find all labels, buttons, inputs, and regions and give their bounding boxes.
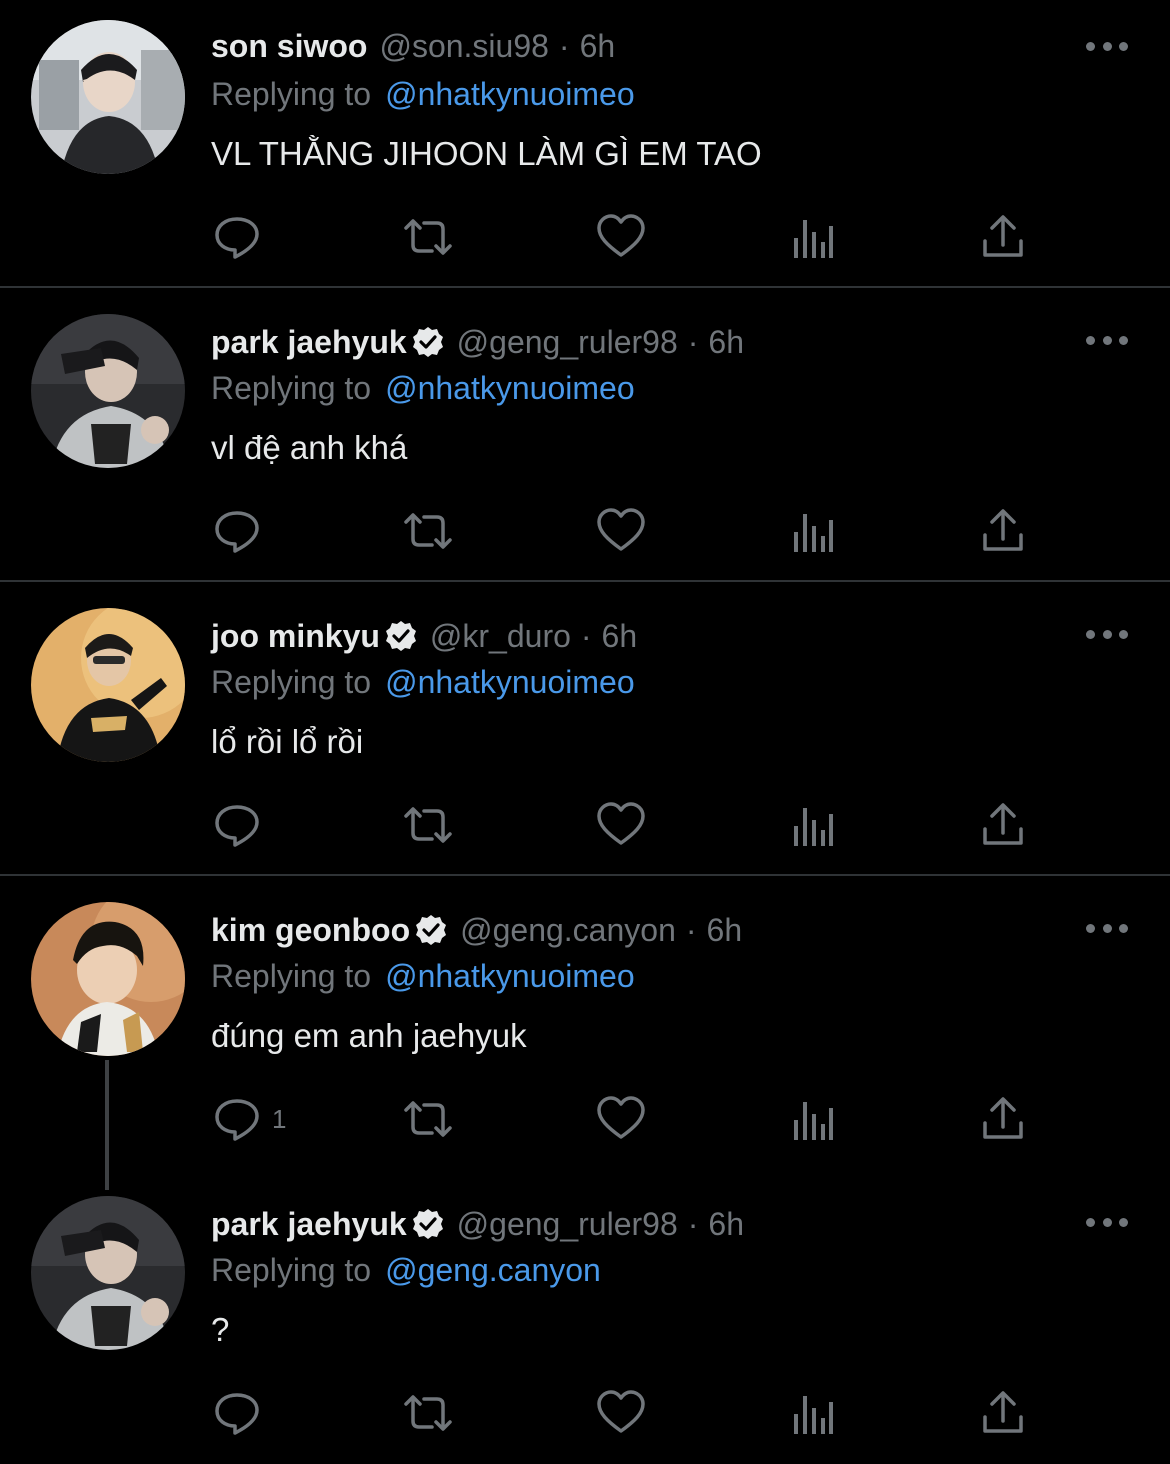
more-icon[interactable]: [1086, 39, 1128, 53]
separator: ·: [685, 911, 697, 948]
reply-icon[interactable]: [211, 799, 263, 851]
reply-icon[interactable]: [211, 1093, 263, 1145]
share-icon[interactable]: [977, 1387, 1029, 1439]
retweet-icon[interactable]: [402, 1387, 454, 1439]
separator: ·: [580, 617, 592, 654]
avatar[interactable]: [31, 20, 185, 174]
verified-badge-icon: [412, 1209, 443, 1239]
avatar[interactable]: [31, 608, 185, 762]
avatar[interactable]: [31, 1196, 185, 1350]
separator: ·: [558, 27, 570, 64]
like-icon[interactable]: [595, 211, 647, 263]
tweet-text: vl đệ anh khá: [211, 429, 408, 466]
handle[interactable]: @son.siu98: [379, 28, 548, 65]
avatar[interactable]: [31, 902, 185, 1056]
mention-link[interactable]: @nhatkynuoimeo: [385, 370, 635, 407]
reply-icon[interactable]: [211, 211, 263, 263]
tweet[interactable]: kim geonboo @geng.canyon · 6h Replying t…: [0, 878, 1170, 1168]
like-icon[interactable]: [595, 505, 647, 557]
retweet-icon[interactable]: [402, 505, 454, 557]
mention-link[interactable]: @geng.canyon: [385, 1252, 601, 1289]
timestamp[interactable]: 6h: [580, 28, 616, 65]
handle[interactable]: @kr_duro: [430, 618, 571, 655]
tweet-text: VL THẰNG JIHOON LÀM GÌ EM TAO: [211, 135, 762, 172]
timestamp[interactable]: 6h: [708, 324, 744, 361]
more-icon[interactable]: [1086, 627, 1128, 641]
tweet-header: kim geonboo @geng.canyon · 6h: [211, 910, 742, 950]
share-icon[interactable]: [977, 799, 1029, 851]
timestamp[interactable]: 6h: [707, 912, 743, 949]
timestamp[interactable]: 6h: [708, 1206, 744, 1243]
tweet-text: đúng em anh jaehyuk: [211, 1017, 527, 1054]
reply-count: 1: [272, 1104, 287, 1134]
views-icon[interactable]: [787, 1096, 839, 1148]
verified-badge-icon: [385, 621, 416, 651]
mention-link[interactable]: @nhatkynuoimeo: [385, 664, 635, 701]
separator: ·: [687, 323, 699, 360]
display-name[interactable]: park jaehyuk: [211, 1206, 407, 1243]
verified-badge-icon: [412, 327, 443, 357]
timestamp[interactable]: 6h: [602, 618, 638, 655]
handle[interactable]: @geng_ruler98: [457, 1206, 678, 1243]
reply-icon[interactable]: [211, 1387, 263, 1439]
share-icon[interactable]: [977, 505, 1029, 557]
handle[interactable]: @geng_ruler98: [457, 324, 678, 361]
views-icon[interactable]: [787, 214, 839, 266]
replying-to: Replying to @nhatkynuoimeo: [211, 956, 635, 996]
views-icon[interactable]: [787, 1390, 839, 1442]
views-icon[interactable]: [787, 802, 839, 854]
views-icon[interactable]: [787, 508, 839, 560]
replying-prefix: Replying to: [211, 75, 372, 112]
more-icon[interactable]: [1086, 1215, 1128, 1229]
reply-icon[interactable]: [211, 505, 263, 557]
more-icon[interactable]: [1086, 921, 1128, 935]
replying-to: Replying to @nhatkynuoimeo: [211, 74, 635, 114]
more-icon[interactable]: [1086, 333, 1128, 347]
tweet[interactable]: park jaehyuk @geng_ruler98 · 6h Replying…: [0, 290, 1170, 580]
tweet-text: lổ rồi lổ rồi: [211, 723, 364, 760]
display-name[interactable]: park jaehyuk: [211, 324, 407, 361]
handle[interactable]: @geng.canyon: [460, 912, 676, 949]
replying-to: Replying to @nhatkynuoimeo: [211, 662, 635, 702]
mention-link[interactable]: @nhatkynuoimeo: [385, 958, 635, 995]
replying-prefix: Replying to: [211, 957, 372, 994]
display-name[interactable]: joo minkyu: [211, 618, 380, 655]
separator: ·: [687, 1205, 699, 1242]
tweet-header: park jaehyuk @geng_ruler98 · 6h: [211, 322, 744, 362]
tweet-header: joo minkyu @kr_duro · 6h: [211, 616, 637, 656]
like-icon[interactable]: [595, 1093, 647, 1145]
replying-to: Replying to @geng.canyon: [211, 1250, 601, 1290]
thread-connector: [105, 1060, 109, 1190]
divider: [0, 580, 1170, 582]
share-icon[interactable]: [977, 211, 1029, 263]
mention-link[interactable]: @nhatkynuoimeo: [385, 76, 635, 113]
replying-prefix: Replying to: [211, 1251, 372, 1288]
retweet-icon[interactable]: [402, 211, 454, 263]
replying-prefix: Replying to: [211, 663, 372, 700]
tweet-text: ?: [211, 1311, 230, 1348]
tweet-header: son siwoo @son.siu98 · 6h: [211, 26, 615, 66]
display-name[interactable]: kim geonboo: [211, 912, 410, 949]
tweet[interactable]: park jaehyuk @geng_ruler98 · 6h Replying…: [0, 1172, 1170, 1464]
tweet[interactable]: son siwoo @son.siu98 · 6h Replying to @n…: [0, 0, 1170, 288]
tweet-header: park jaehyuk @geng_ruler98 · 6h: [211, 1204, 744, 1244]
verified-badge-icon: [416, 915, 447, 945]
replying-prefix: Replying to: [211, 369, 372, 406]
display-name[interactable]: son siwoo: [211, 28, 367, 65]
retweet-icon[interactable]: [402, 799, 454, 851]
avatar[interactable]: [31, 314, 185, 468]
divider: [0, 286, 1170, 288]
divider: [0, 874, 1170, 876]
replying-to: Replying to @nhatkynuoimeo: [211, 368, 635, 408]
tweet[interactable]: joo minkyu @kr_duro · 6h Replying to @nh…: [0, 584, 1170, 874]
share-icon[interactable]: [977, 1093, 1029, 1145]
retweet-icon[interactable]: [402, 1093, 454, 1145]
like-icon[interactable]: [595, 799, 647, 851]
like-icon[interactable]: [595, 1387, 647, 1439]
